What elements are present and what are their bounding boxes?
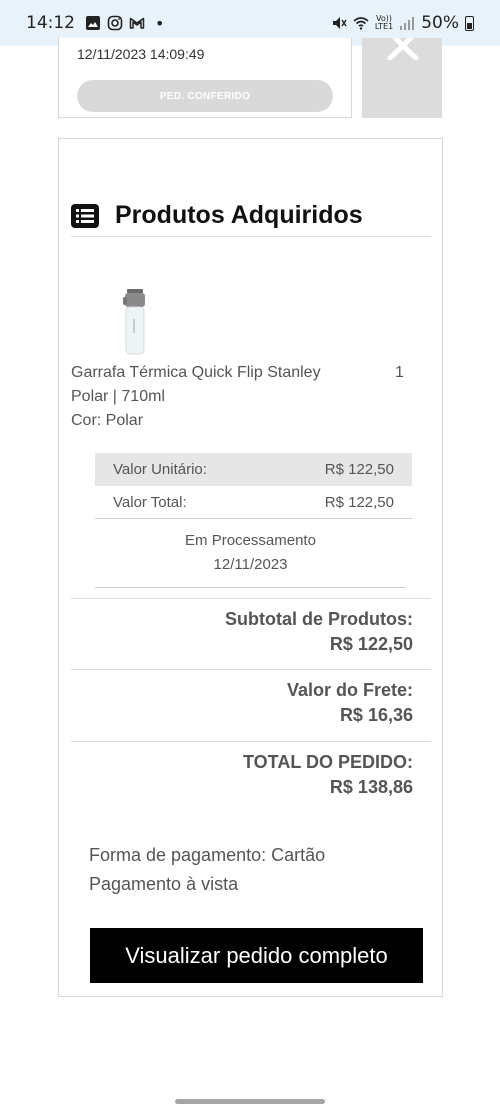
total-price-row: Valor Total: R$ 122,50: [95, 486, 412, 519]
subtotal-label: Subtotal de Produtos:: [225, 609, 413, 629]
product-image[interactable]: [121, 289, 149, 355]
unit-price-value: R$ 122,50: [324, 461, 394, 478]
order-datetime: 12/11/2023 14:09:49: [77, 46, 205, 62]
wifi-icon: [353, 17, 369, 30]
status-time: 14:12: [26, 13, 75, 33]
list-icon: [71, 204, 99, 228]
gallery-icon: [86, 16, 100, 30]
notification-dot: •: [155, 13, 165, 33]
product-name[interactable]: Garrafa Térmica Quick Flip Stanley Polar…: [71, 361, 361, 409]
total-price-value: R$ 122,50: [324, 493, 394, 511]
subtotal-block: Subtotal de Produtos: R$ 122,50: [71, 598, 431, 657]
shipping-block: Valor do Frete: R$ 16,36: [71, 669, 431, 728]
instagram-icon: [107, 15, 123, 31]
unit-price-label: Valor Unitário:: [113, 461, 207, 478]
payment-info: Forma de pagamento: Cartão Pagamento à v…: [89, 841, 325, 899]
gmail-icon: [129, 17, 145, 29]
previous-order-card: 12/11/2023 14:09:49 PED. CONFERIDO: [58, 38, 352, 118]
products-section-header: Produtos Adquiridos: [71, 196, 431, 237]
order-total-label: TOTAL DO PEDIDO:: [242, 752, 413, 772]
status-bar-right: Vo)) LTE1 50%: [331, 13, 474, 33]
unit-price-row: Valor Unitário: R$ 122,50: [95, 453, 412, 486]
view-full-order-button[interactable]: Visualizar pedido completo: [90, 928, 423, 983]
product-status-date: 12/11/2023: [213, 556, 288, 573]
products-card: Produtos Adquiridos Garrafa Térmica Quic…: [58, 138, 443, 997]
order-total-block: TOTAL DO PEDIDO: R$ 138,86: [71, 741, 431, 800]
payment-method: Forma de pagamento: Cartão: [89, 845, 326, 865]
volte-indicator: Vo)) LTE1: [374, 14, 394, 31]
product-quantity: 1: [395, 364, 404, 381]
product-status: Em Processamento 12/11/2023: [95, 529, 406, 588]
total-price-label: Valor Total:: [113, 493, 187, 511]
mute-icon: [332, 17, 347, 29]
close-panel[interactable]: [362, 38, 442, 118]
home-indicator[interactable]: [175, 1099, 325, 1104]
subtotal-value: R$ 122,50: [329, 634, 413, 654]
product-color: Cor: Polar: [71, 412, 144, 429]
battery-icon: [465, 15, 474, 31]
shipping-label: Valor do Frete:: [286, 680, 413, 700]
payment-terms: Pagamento à vista: [89, 874, 239, 894]
order-total-value: R$ 138,86: [329, 777, 413, 797]
product-status-text: Em Processamento: [185, 532, 316, 549]
price-table: Valor Unitário: R$ 122,50 Valor Total: R…: [95, 453, 412, 519]
order-status-button[interactable]: PED. CONFERIDO: [77, 80, 333, 112]
section-title: Produtos Adquiridos: [115, 200, 363, 229]
shipping-value: R$ 16,36: [339, 705, 413, 725]
battery-percent: 50%: [421, 13, 459, 33]
status-bar-left: 14:12 •: [26, 13, 164, 33]
close-icon[interactable]: [386, 38, 420, 60]
signal-icon: [400, 17, 415, 30]
